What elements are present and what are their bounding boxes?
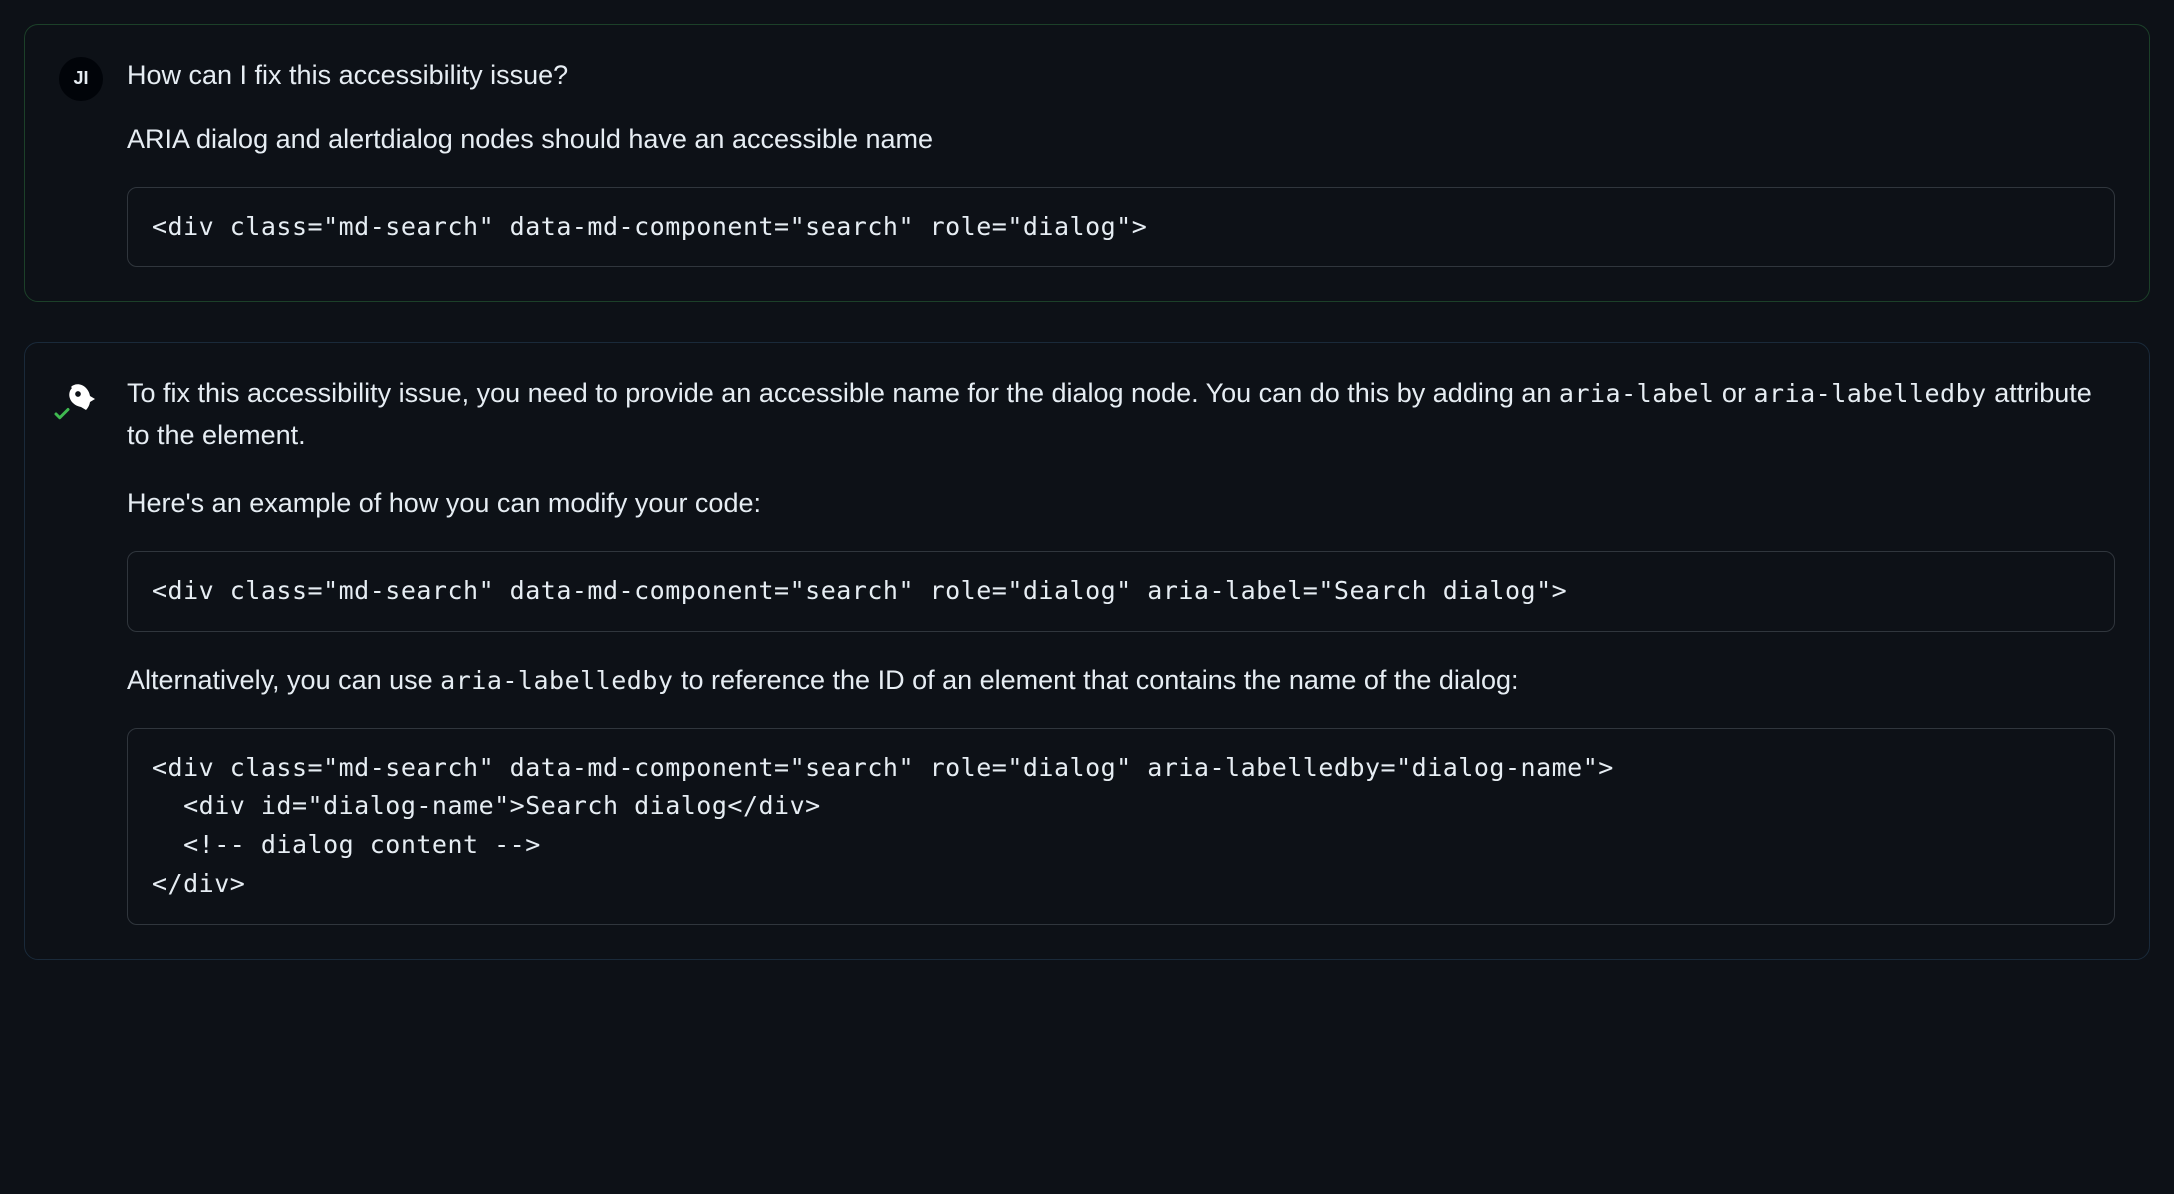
inline-code-aria-labelledby-2: aria-labelledby (440, 666, 673, 695)
assistant-code-block-2[interactable]: <div class="md-search" data-md-component… (127, 728, 2115, 925)
assistant-code-block-1[interactable]: <div class="md-search" data-md-component… (127, 551, 2115, 632)
user-content: How can I fix this accessibility issue? … (127, 55, 2115, 267)
assistant-code-2: <div class="md-search" data-md-component… (152, 749, 2090, 904)
check-icon (53, 405, 71, 423)
inline-code-aria-labelledby: aria-labelledby (1753, 379, 1986, 408)
user-initials: JI (73, 65, 88, 93)
user-issue-description: ARIA dialog and alertdialog nodes should… (127, 119, 2115, 161)
assistant-paragraph-1: To fix this accessibility issue, you nee… (127, 373, 2115, 457)
assistant-paragraph-2: Here's an example of how you can modify … (127, 483, 2115, 525)
assistant-message-card: To fix this accessibility issue, you nee… (24, 342, 2150, 959)
text-segment: Alternatively, you can use (127, 665, 440, 695)
assistant-content: To fix this accessibility issue, you nee… (127, 373, 2115, 924)
user-code: <div class="md-search" data-md-component… (152, 208, 2090, 247)
text-segment: or (1714, 378, 1753, 408)
assistant-paragraph-3: Alternatively, you can use aria-labelled… (127, 660, 2115, 702)
user-question: How can I fix this accessibility issue? (127, 55, 2115, 97)
user-avatar: JI (59, 57, 103, 101)
text-segment: to reference the ID of an element that c… (673, 665, 1518, 695)
user-code-block[interactable]: <div class="md-search" data-md-component… (127, 187, 2115, 268)
assistant-avatar (59, 375, 103, 419)
inline-code-aria-label: aria-label (1559, 379, 1715, 408)
assistant-code-1: <div class="md-search" data-md-component… (152, 572, 2090, 611)
text-segment: To fix this accessibility issue, you nee… (127, 378, 1559, 408)
user-message-card: JI How can I fix this accessibility issu… (24, 24, 2150, 302)
